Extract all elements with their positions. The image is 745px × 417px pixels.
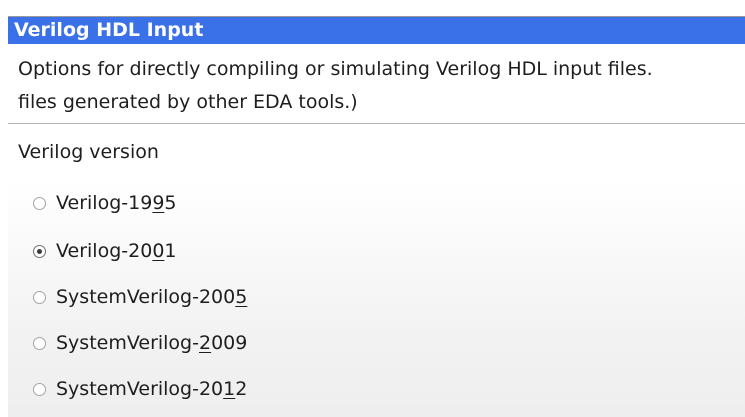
section-title: Verilog HDL Input <box>14 19 204 41</box>
radio-label: SystemVerilog-2012 <box>56 378 248 400</box>
radio-button-icon[interactable] <box>33 196 46 210</box>
radio-button-checked-icon[interactable] <box>33 244 46 258</box>
radio-verilog-1995[interactable]: Verilog-1995 <box>33 188 177 218</box>
radio-systemverilog-2012[interactable]: SystemVerilog-2012 <box>33 374 247 404</box>
radio-systemverilog-2009[interactable]: SystemVerilog-2009 <box>33 328 247 358</box>
verilog-version-label: Verilog version <box>18 141 159 163</box>
divider <box>8 123 745 124</box>
radio-label: SystemVerilog-2009 <box>56 332 248 354</box>
radio-button-icon[interactable] <box>33 336 46 350</box>
section-header: Verilog HDL Input <box>8 17 745 44</box>
radio-label: Verilog-1995 <box>56 192 177 214</box>
radio-label: SystemVerilog-2005 <box>56 286 248 308</box>
section-description: Options for directly compiling or simula… <box>18 53 745 119</box>
description-line-2: files generated by other EDA tools.) <box>18 91 358 113</box>
description-line-1: Options for directly compiling or simula… <box>18 58 653 80</box>
radio-button-icon[interactable] <box>33 382 46 396</box>
radio-button-icon[interactable] <box>33 290 46 304</box>
radio-verilog-2001[interactable]: Verilog-2001 <box>33 236 177 266</box>
radio-label: Verilog-2001 <box>56 240 177 262</box>
radio-systemverilog-2005[interactable]: SystemVerilog-2005 <box>33 282 247 312</box>
